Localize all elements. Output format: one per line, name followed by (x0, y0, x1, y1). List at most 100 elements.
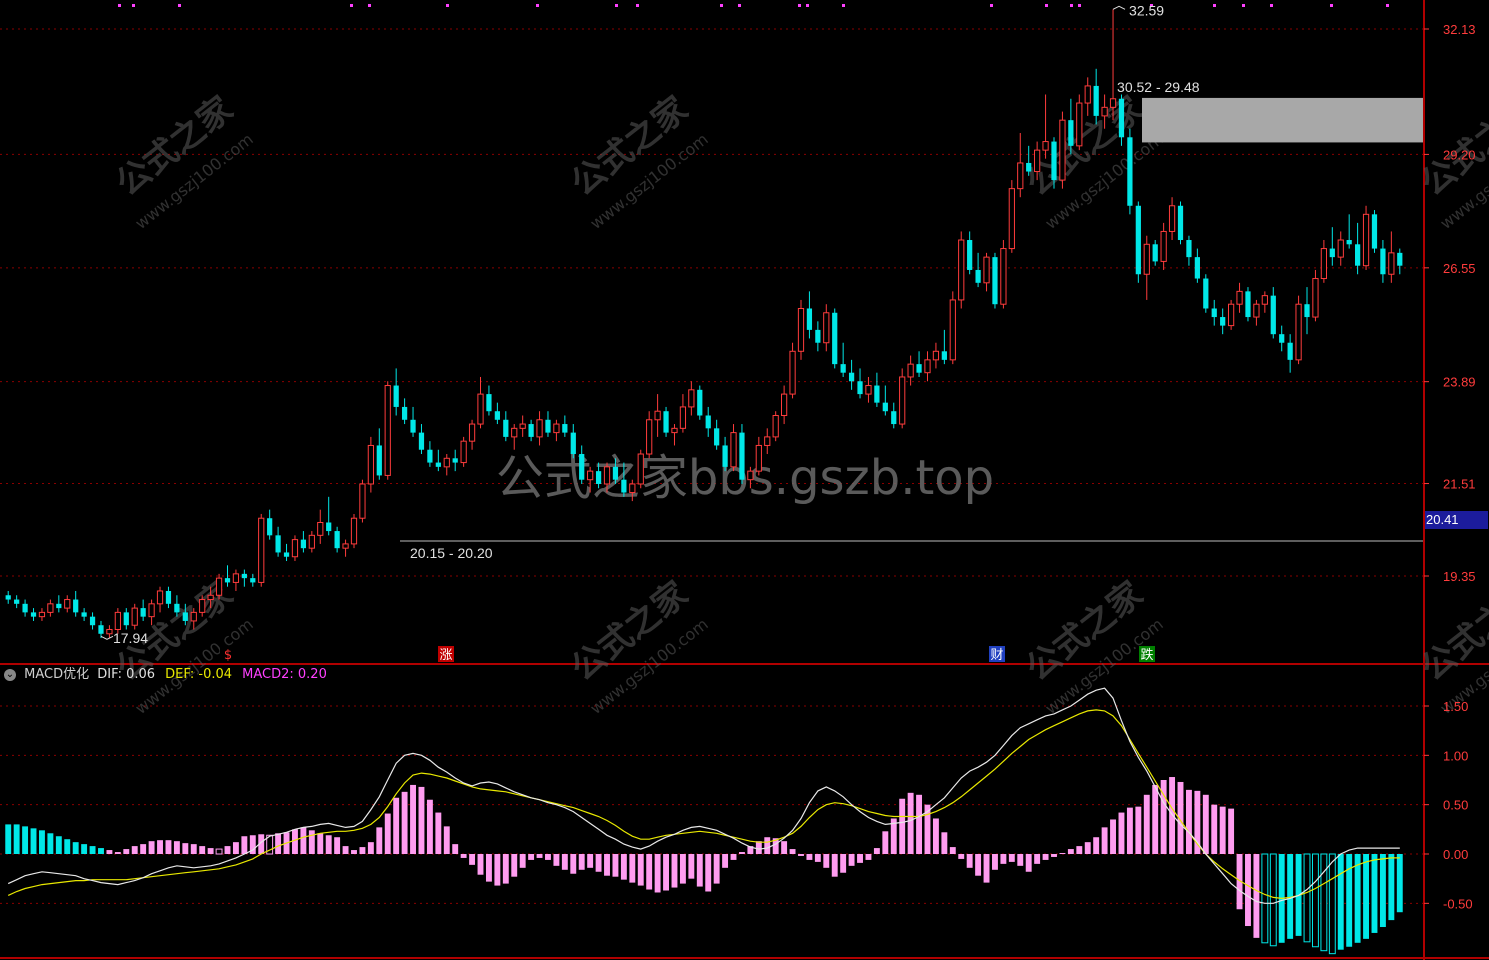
candle[interactable] (64, 595, 71, 613)
candle[interactable] (1186, 235, 1192, 266)
candle[interactable] (267, 509, 273, 540)
candle[interactable] (1168, 197, 1176, 241)
candle[interactable] (81, 608, 87, 621)
candle[interactable] (840, 342, 846, 377)
candle[interactable] (494, 402, 500, 425)
candle[interactable] (241, 569, 247, 587)
candle[interactable] (384, 381, 391, 480)
candle[interactable] (654, 394, 661, 437)
candle[interactable] (679, 394, 687, 433)
event-marker[interactable]: 涨 (438, 646, 454, 663)
candle[interactable] (477, 376, 484, 429)
candle[interactable] (1253, 299, 1260, 326)
candle[interactable] (755, 436, 762, 476)
candle[interactable] (468, 419, 476, 450)
candle[interactable] (215, 573, 223, 600)
candle[interactable] (907, 355, 914, 386)
candle[interactable] (848, 359, 855, 390)
candle[interactable] (637, 449, 644, 489)
candle[interactable] (1261, 291, 1268, 313)
candle[interactable] (367, 436, 374, 493)
candle[interactable] (106, 625, 113, 639)
candle[interactable] (1194, 248, 1200, 283)
candle[interactable] (899, 368, 906, 429)
candle[interactable] (891, 402, 897, 429)
candle[interactable] (300, 531, 307, 553)
candle[interactable] (1084, 77, 1091, 116)
candle[interactable] (258, 513, 265, 587)
candle[interactable] (350, 513, 358, 549)
candle[interactable] (283, 543, 290, 562)
candle[interactable] (823, 304, 830, 352)
candle[interactable] (5, 590, 11, 604)
candle[interactable] (865, 376, 872, 403)
candle[interactable] (435, 449, 441, 472)
candle[interactable] (1042, 94, 1049, 159)
candle[interactable] (545, 411, 551, 437)
macd-panel[interactable] (5, 687, 1403, 955)
candle[interactable] (1109, 9, 1117, 121)
event-marker[interactable]: 跌 (1139, 646, 1155, 663)
candle[interactable] (806, 291, 813, 339)
event-markers[interactable]: $ 涨 财 跌 (220, 646, 1155, 663)
event-marker[interactable]: 财 (989, 646, 1005, 663)
candle[interactable] (739, 424, 745, 484)
candle[interactable] (275, 526, 281, 557)
candle[interactable] (941, 329, 947, 365)
candle[interactable] (1127, 128, 1133, 215)
candle[interactable] (1211, 299, 1217, 326)
candle[interactable] (1346, 214, 1352, 249)
candle[interactable] (857, 368, 863, 399)
candle[interactable] (975, 252, 981, 288)
candle[interactable] (401, 398, 408, 425)
candle[interactable] (376, 428, 382, 480)
candle[interactable] (1362, 205, 1370, 270)
candle[interactable] (562, 415, 568, 437)
candle[interactable] (570, 424, 576, 459)
candle[interactable] (730, 424, 737, 472)
candle[interactable] (536, 411, 543, 446)
candle[interactable] (1152, 240, 1158, 266)
candle[interactable] (1135, 201, 1141, 283)
candle[interactable] (789, 342, 796, 399)
candle[interactable] (460, 436, 467, 467)
candle[interactable] (165, 586, 172, 609)
candle[interactable] (688, 381, 695, 416)
candle[interactable] (334, 526, 340, 553)
candle[interactable] (528, 419, 534, 442)
event-marker[interactable]: $ (220, 646, 236, 663)
candle[interactable] (797, 299, 805, 360)
candle[interactable] (250, 573, 256, 587)
candle[interactable] (1355, 222, 1361, 275)
candle[interactable] (22, 599, 28, 617)
candle[interactable] (671, 424, 678, 446)
candle[interactable] (1270, 287, 1276, 339)
candle[interactable] (1059, 111, 1066, 189)
candle[interactable] (1008, 180, 1015, 253)
candle[interactable] (663, 406, 669, 437)
candle[interactable] (452, 449, 458, 472)
candle[interactable] (1371, 210, 1378, 253)
candle[interactable] (714, 419, 720, 450)
candle[interactable] (1320, 240, 1327, 283)
candle[interactable] (781, 385, 788, 425)
candle[interactable] (30, 608, 37, 621)
candle[interactable] (123, 608, 129, 630)
candle[interactable] (1000, 240, 1007, 309)
candle[interactable] (874, 372, 880, 407)
candle[interactable] (882, 385, 888, 416)
candle[interactable] (131, 603, 138, 630)
candle[interactable] (553, 419, 560, 442)
candle[interactable] (932, 342, 940, 369)
candle[interactable] (418, 424, 425, 455)
candle[interactable] (1287, 334, 1293, 373)
candle[interactable] (1329, 227, 1335, 266)
candle[interactable] (697, 385, 703, 420)
candle[interactable] (503, 411, 509, 442)
chart-canvas[interactable]: 公式之家www.gszj100.com 公式之家www.gszj100.com 公式… (0, 0, 1489, 960)
candle[interactable] (1160, 222, 1167, 270)
candle[interactable] (38, 608, 46, 621)
candle[interactable] (722, 436, 728, 472)
candle[interactable] (291, 535, 299, 562)
candle[interactable] (1177, 201, 1184, 245)
